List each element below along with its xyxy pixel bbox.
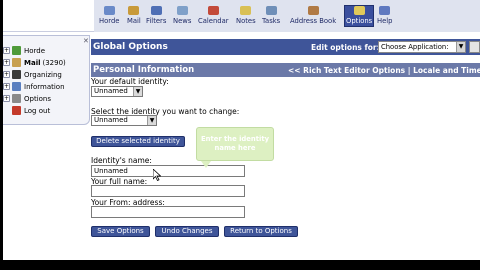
screen: Horde Mail Filters News Calendar Notes T… <box>0 0 480 270</box>
mail-count: (3290) <box>42 58 66 67</box>
information-icon <box>12 82 21 91</box>
notes-icon <box>240 6 252 15</box>
default-identity-label: Your default identity: <box>91 77 169 86</box>
nav-address-book-label: Address Book <box>290 17 337 25</box>
organizing-icon <box>12 70 21 79</box>
nav-help[interactable]: Help <box>377 6 393 26</box>
logout-icon <box>12 106 21 115</box>
nav-calendar-label: Calendar <box>198 17 229 25</box>
go-button[interactable] <box>469 41 480 53</box>
horde-icon <box>12 46 21 55</box>
sidebar-item-label: Horde <box>24 46 46 55</box>
options-icon <box>12 94 21 103</box>
nav-options-label: Options <box>346 17 373 25</box>
app-menu-bar: Horde Mail Filters News Calendar Notes T… <box>94 0 480 32</box>
address-book-icon <box>307 6 319 15</box>
identity-name-field[interactable]: Unnamed <box>91 165 245 177</box>
nav-horde-label: Horde <box>99 17 120 25</box>
chevron-down-icon: ▼ <box>133 87 142 96</box>
expand-icon[interactable]: + <box>3 83 10 90</box>
news-icon <box>176 6 188 15</box>
sidebar-item-organizing[interactable]: + Organizing <box>3 69 62 80</box>
sidebar-item-options[interactable]: + Options <box>3 93 51 104</box>
expand-icon[interactable]: + <box>3 47 10 54</box>
tooltip-pointer <box>201 161 211 168</box>
personal-information-header: Personal Information << Rich Text Editor… <box>91 63 480 77</box>
nav-filters-label: Filters <box>146 17 167 25</box>
filter-icon <box>150 6 162 15</box>
nav-calendar[interactable]: Calendar <box>198 6 229 26</box>
tasks-icon <box>265 6 277 15</box>
global-options-header: Global Options Edit options for: Choose … <box>91 39 480 55</box>
options-icon <box>353 6 365 15</box>
default-identity-value: Unnamed <box>94 87 128 95</box>
identity-name-label: Identity's name: <box>91 156 152 165</box>
from-address-field[interactable] <box>91 206 245 218</box>
chevron-down-icon: ▼ <box>456 42 465 52</box>
nav-horde[interactable]: Horde <box>99 6 119 26</box>
sidebar-item-information[interactable]: + Information <box>3 81 65 92</box>
edit-options-label: Edit options for: <box>311 43 380 52</box>
top-navigation: Horde Mail Filters News Calendar Notes T… <box>3 0 480 32</box>
section-navigation-links[interactable]: << Rich Text Editor Options | Locale and… <box>288 66 480 75</box>
select-identity-select[interactable]: Unnamed ▼ <box>91 115 157 126</box>
application-select[interactable]: Choose Application: ▼ <box>378 41 466 53</box>
chevron-down-icon: ▼ <box>147 116 156 125</box>
return-to-options-button[interactable]: Return to Options <box>224 226 298 237</box>
nav-address-book[interactable]: Address Book <box>290 6 336 26</box>
nav-mail[interactable]: Mail <box>127 6 141 26</box>
close-sidebar-icon[interactable]: ✕ <box>83 37 89 45</box>
nav-news-label: News <box>173 17 192 25</box>
nav-news[interactable]: News <box>173 6 191 26</box>
undo-changes-button[interactable]: Undo Changes <box>155 226 219 237</box>
select-identity-value: Unnamed <box>94 116 128 124</box>
identity-name-tooltip: Enter the identity name here <box>196 127 274 168</box>
mouse-cursor-icon <box>153 169 161 181</box>
expand-icon[interactable]: + <box>3 59 10 66</box>
sidebar-item-mail[interactable]: + Mail (3290) <box>3 57 66 68</box>
mail-icon <box>12 58 21 67</box>
left-frame-edge <box>0 0 3 270</box>
nav-help-label: Help <box>377 17 393 25</box>
sidebar-item-label: Log out <box>24 106 51 115</box>
page-title: Global Options <box>93 42 168 52</box>
nav-filters[interactable]: Filters <box>146 6 166 26</box>
nav-notes[interactable]: Notes <box>236 6 256 26</box>
horde-icon <box>103 6 115 15</box>
sidebar: ✕ + Horde + Mail (3290) + Organizing + I… <box>0 35 90 125</box>
sidebar-item-label: Mail <box>24 58 41 67</box>
sidebar-item-horde[interactable]: + Horde <box>3 45 45 56</box>
sidebar-item-label: Options <box>24 94 52 103</box>
nav-notes-label: Notes <box>236 17 256 25</box>
bottom-frame-edge <box>0 260 480 270</box>
delete-identity-button[interactable]: Delete selected identity <box>91 136 185 147</box>
calendar-icon <box>207 6 219 15</box>
nav-tasks[interactable]: Tasks <box>262 6 280 26</box>
sidebar-item-label: Organizing <box>24 70 62 79</box>
nav-options[interactable]: Options <box>344 5 375 27</box>
sidebar-item-logout[interactable]: Log out <box>3 105 50 116</box>
nav-mail-label: Mail <box>127 17 141 25</box>
save-options-button[interactable]: Save Options <box>91 226 150 237</box>
expand-icon[interactable]: + <box>3 95 10 102</box>
sidebar-item-label: Information <box>24 82 65 91</box>
nav-tasks-label: Tasks <box>262 17 281 25</box>
tooltip-text: Enter the identity name here <box>200 135 270 152</box>
application-select-value: Choose Application: <box>381 43 449 51</box>
default-identity-select[interactable]: Unnamed ▼ <box>91 86 143 97</box>
section-title: Personal Information <box>93 65 195 75</box>
full-name-field[interactable] <box>91 185 245 197</box>
mail-icon <box>128 6 140 15</box>
expand-icon[interactable]: + <box>3 71 10 78</box>
help-icon <box>379 6 391 15</box>
